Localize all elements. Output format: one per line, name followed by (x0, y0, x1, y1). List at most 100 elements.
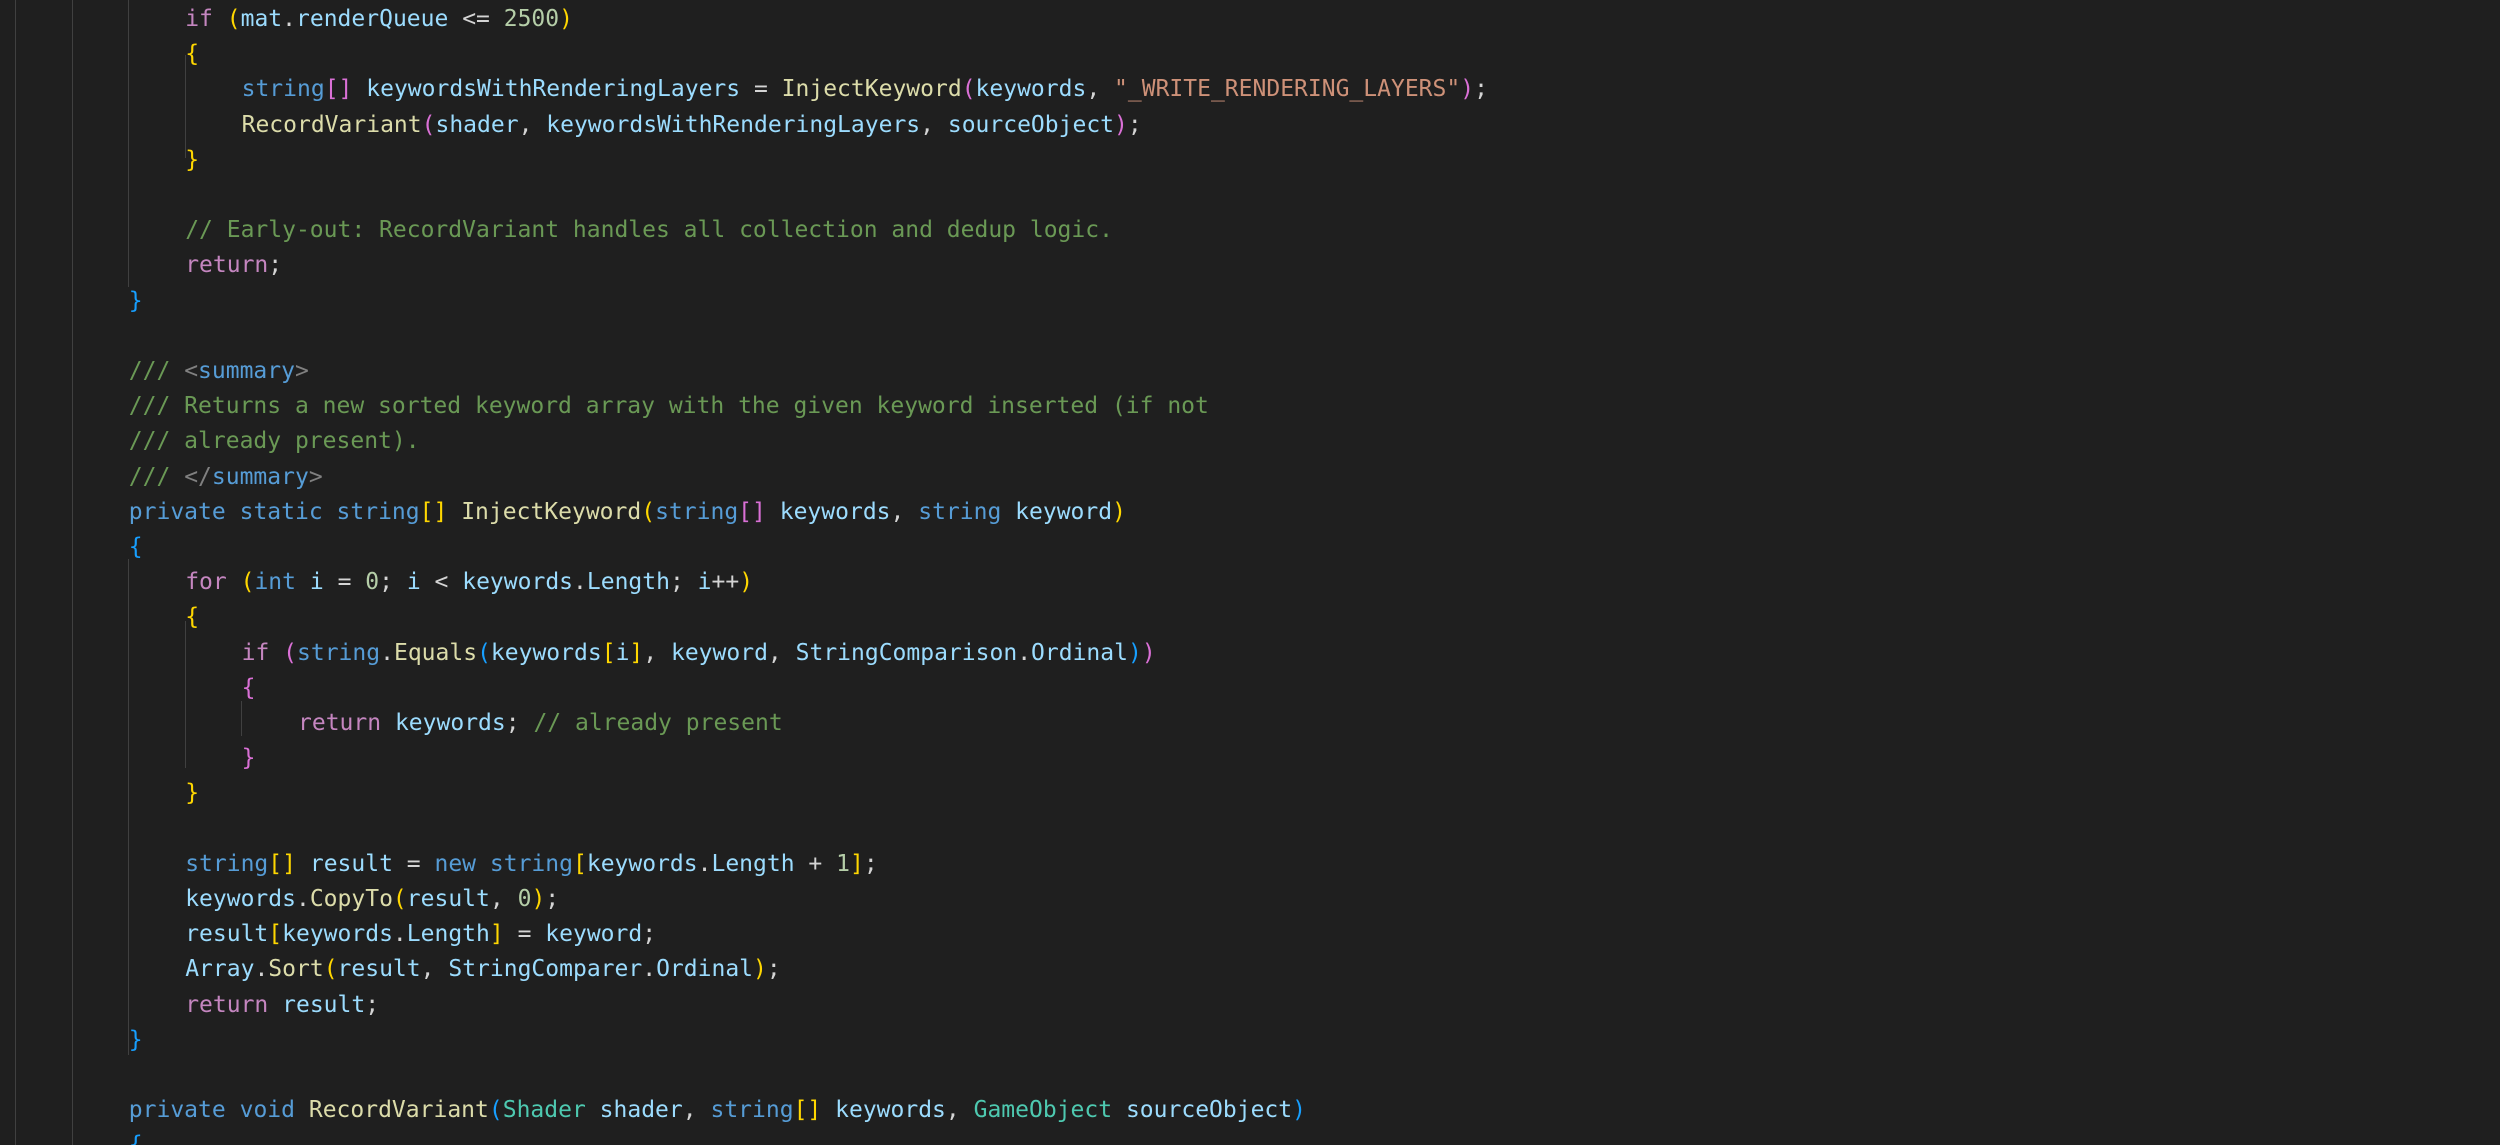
code-line[interactable]: Array.Sort(result, StringComparer.Ordina… (185, 952, 781, 987)
code-token: string (655, 498, 739, 525)
code-token: ] (489, 921, 504, 948)
code-token: . (380, 639, 394, 666)
code-line[interactable]: /// </summary> (129, 460, 323, 495)
code-line[interactable]: { (129, 1128, 143, 1145)
code-token: for (185, 569, 227, 596)
code-token: [ (268, 921, 283, 948)
code-token: . (282, 6, 297, 32)
code-editor[interactable]: if (mat.renderQueue <= 2500){string[] ke… (0, 0, 2500, 1145)
code-token: ) (1114, 111, 1128, 138)
code-token: ) (1460, 76, 1475, 103)
indent-guide (15, 0, 16, 1145)
code-token: ) (739, 569, 754, 596)
code-line[interactable]: { (185, 600, 199, 635)
code-token: } (241, 745, 256, 772)
code-token: return (298, 710, 382, 736)
code-token: result (185, 921, 269, 948)
code-token: result (406, 886, 490, 912)
code-line[interactable]: private static string[] InjectKeyword(st… (129, 495, 1126, 530)
code-token: = (740, 76, 782, 103)
code-token: mat (240, 6, 283, 32)
code-token: = (503, 921, 546, 948)
code-token: ( (961, 76, 976, 103)
code-token: keywords (779, 498, 891, 525)
code-token: Length (711, 850, 795, 877)
code-token: i (615, 639, 630, 666)
indent-guide (185, 621, 186, 768)
code-token: InjectKeyword (781, 76, 962, 103)
code-token: shader (435, 111, 519, 138)
code-token: Equals (393, 639, 478, 666)
code-token: i (406, 569, 421, 596)
code-line[interactable]: { (242, 671, 256, 706)
code-token: StringComparer (448, 956, 643, 983)
code-token: 1 (836, 850, 850, 877)
code-token: ] (629, 639, 644, 666)
code-line[interactable]: return; (185, 248, 282, 283)
code-token: string (918, 498, 1002, 525)
code-line[interactable]: { (129, 530, 143, 565)
code-token: private (128, 498, 226, 525)
code-token: ( (392, 886, 407, 912)
code-token: return (185, 252, 269, 279)
code-line[interactable]: RecordVariant(shader, keywordsWithRender… (242, 108, 1142, 143)
indent-guide (72, 0, 73, 1145)
code-token: , (1086, 76, 1115, 103)
code-token: keywordsWithRenderingLayers (546, 111, 921, 138)
code-token: int (254, 569, 296, 596)
code-line[interactable]: string[] result = new string[keywords.Le… (185, 847, 878, 882)
code-line[interactable]: for (int i = 0; i < keywords.Length; i++… (185, 565, 753, 600)
code-line[interactable]: if (mat.renderQueue <= 2500) (185, 2, 573, 37)
code-token: [ (601, 639, 616, 666)
code-token: i (309, 569, 324, 596)
code-token: ) (559, 6, 573, 32)
code-line[interactable]: /// <summary> (129, 354, 309, 389)
code-token: result (337, 956, 421, 983)
code-token: if (241, 639, 270, 666)
code-line[interactable]: } (185, 776, 199, 811)
code-token: ) (1127, 639, 1142, 666)
code-token: } (185, 146, 200, 173)
code-token: string (489, 850, 573, 877)
code-token: keywords (185, 886, 296, 912)
code-token: = (392, 850, 435, 877)
code-token: static (239, 498, 323, 525)
code-token: ; (1127, 111, 1142, 138)
code-line[interactable]: keywords.CopyTo(result, 0); (185, 882, 559, 917)
code-token: [] (793, 1097, 822, 1124)
code-token: </ (184, 463, 212, 490)
code-line[interactable]: // Early-out: RecordVariant handles all … (185, 213, 1113, 248)
code-line[interactable]: } (129, 1023, 143, 1058)
code-token: 0 (365, 569, 380, 596)
code-line[interactable]: string[] keywordsWithRenderingLayers = I… (242, 72, 1488, 107)
code-token: < (184, 358, 199, 384)
code-token: keywords (462, 569, 574, 596)
code-line[interactable]: { (185, 37, 199, 72)
code-line[interactable]: return keywords; // already present (298, 706, 783, 741)
code-token: // already present (533, 710, 783, 736)
code-line[interactable]: } (129, 284, 143, 319)
code-token: GameObject (973, 1097, 1113, 1124)
code-line[interactable]: result[keywords.Length] = keyword; (185, 917, 656, 952)
code-line[interactable]: /// Returns a new sorted keyword array w… (129, 389, 1209, 424)
code-token: StringComparison (795, 639, 1018, 666)
code-token: [ (572, 850, 587, 877)
code-line[interactable]: /// already present). (129, 424, 420, 459)
code-token: ; (766, 956, 781, 983)
code-line[interactable]: } (242, 741, 256, 776)
code-line[interactable]: return result; (185, 988, 379, 1023)
code-line[interactable]: if (string.Equals(keywords[i], keyword, … (242, 636, 1156, 671)
code-line[interactable]: } (185, 143, 199, 178)
code-token: keyword (545, 921, 643, 948)
code-token: "_WRITE_RENDERING_LAYERS" (1114, 76, 1461, 103)
code-line[interactable]: private void RecordVariant(Shader shader… (129, 1093, 1306, 1128)
code-token: ++ (711, 569, 740, 596)
code-token: sourceObject (1125, 1097, 1293, 1124)
